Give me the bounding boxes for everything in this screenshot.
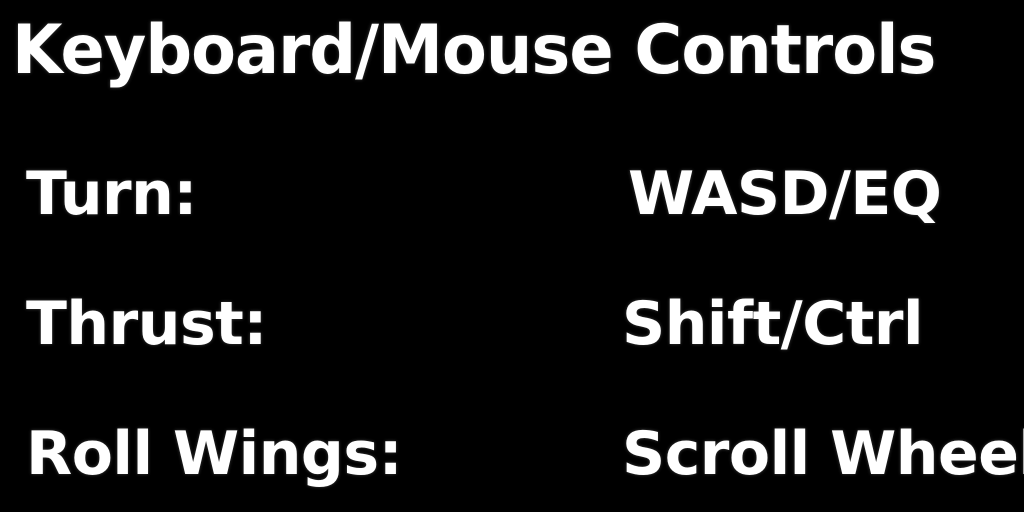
controls-title: Keyboard/Mouse Controls: [12, 11, 936, 90]
control-label-thrust: Thrust:: [26, 289, 267, 359]
control-row-roll-wings: Roll Wings: Scroll Wheel: [0, 414, 1024, 494]
control-keys-roll-wings: Scroll Wheel: [622, 419, 1024, 489]
control-label-roll-wings: Roll Wings:: [26, 419, 403, 489]
controls-screen: Keyboard/Mouse Controls Turn: WASD/EQ Th…: [0, 0, 1024, 512]
control-keys-thrust: Shift/Ctrl: [622, 289, 924, 359]
control-keys-turn: WASD/EQ: [628, 159, 942, 229]
control-row-thrust: Thrust: Shift/Ctrl: [0, 284, 1024, 364]
control-row-turn: Turn: WASD/EQ: [0, 154, 1024, 234]
control-label-turn: Turn:: [26, 159, 197, 229]
